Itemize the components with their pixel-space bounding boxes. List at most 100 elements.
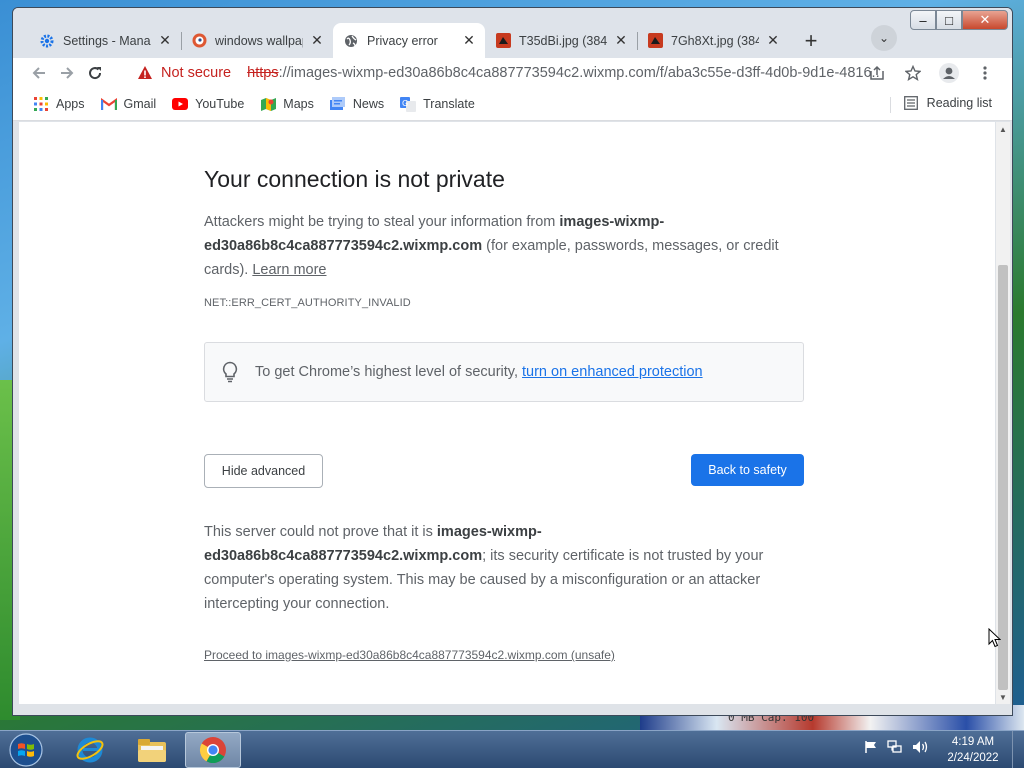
- gmail-icon: [100, 96, 117, 112]
- star-icon: [905, 65, 921, 81]
- forward-arrow-icon: [61, 67, 74, 79]
- taskbar-chrome[interactable]: [185, 732, 241, 768]
- browser-window: ‒ □ ✕ Settings - Manag ✕ windows wallpap…: [12, 7, 1013, 716]
- reading-list-label: Reading list: [926, 96, 992, 110]
- tab-wallpaper-search[interactable]: windows wallpap ✕: [181, 23, 333, 58]
- new-tab-button[interactable]: +: [797, 27, 825, 55]
- tab-strip: Settings - Manag ✕ windows wallpap ✕ Pri…: [29, 19, 825, 58]
- globe-icon: [343, 33, 359, 49]
- clock[interactable]: 4:19 AM 2/24/2022: [936, 734, 1010, 766]
- file-explorer-icon: [138, 739, 166, 762]
- bookmark-gmail[interactable]: Gmail: [100, 96, 157, 112]
- duckduckgo-icon: [191, 33, 207, 49]
- tab-search-button[interactable]: ⌄: [871, 25, 897, 51]
- start-button[interactable]: [5, 733, 47, 767]
- tab-label: Settings - Manag: [63, 33, 151, 48]
- hide-advanced-button[interactable]: Hide advanced: [204, 454, 323, 488]
- reading-list-icon: [903, 96, 918, 110]
- action-center-flag-icon[interactable]: [864, 740, 878, 754]
- tab-label: windows wallpap: [215, 33, 303, 48]
- tab-close-icon[interactable]: ✕: [461, 32, 477, 49]
- tab-privacy-error[interactable]: Privacy error ✕: [333, 23, 485, 58]
- menu-button[interactable]: [972, 60, 998, 86]
- window-controls: ‒ □ ✕: [910, 10, 1008, 30]
- bookmark-label: Maps: [283, 97, 314, 111]
- tab-image-2[interactable]: 7Gh8Xt.jpg (384 ✕: [637, 23, 789, 58]
- not-secure-label: Not secure: [161, 65, 232, 81]
- url-text: ://images-wixmp-ed30a86b8c4ca887773594c2…: [278, 65, 879, 81]
- clock-date: 2/24/2022: [947, 752, 999, 764]
- scroll-down-arrow-icon[interactable]: ▼: [996, 690, 1010, 704]
- taskbar-internet-explorer[interactable]: [62, 732, 118, 768]
- bookmark-label: YouTube: [195, 97, 245, 111]
- bookmark-label: News: [352, 97, 385, 111]
- enhanced-protection-link[interactable]: turn on enhanced protection: [522, 364, 703, 380]
- scrollbar-thumb[interactable]: [998, 265, 1008, 690]
- scroll-up-arrow-icon[interactable]: ▲: [996, 122, 1010, 136]
- deviantart-icon: [647, 33, 663, 49]
- bookmark-star-button[interactable]: [900, 60, 926, 86]
- tab-close-icon[interactable]: ✕: [309, 32, 325, 49]
- internet-explorer-icon: [76, 737, 104, 763]
- minimize-button[interactable]: ‒: [910, 10, 936, 30]
- warning-paragraph: Attackers might be trying to steal your …: [204, 210, 804, 282]
- network-icon[interactable]: [887, 740, 903, 754]
- maximize-button[interactable]: □: [936, 10, 962, 30]
- svg-text:G: G: [402, 99, 408, 108]
- details-text: This server could not prove that it is: [204, 524, 437, 540]
- vertical-scrollbar[interactable]: ▲ ▼: [996, 122, 1010, 704]
- mouse-cursor-icon: [988, 628, 1001, 648]
- enhanced-protection-box: To get Chrome’s highest level of securit…: [204, 342, 804, 402]
- taskbar: 4:19 AM 2/24/2022: [0, 730, 1024, 768]
- tab-label: Privacy error: [367, 33, 438, 48]
- bookmark-apps[interactable]: Apps: [33, 96, 85, 112]
- error-code: NET::ERR_CERT_AUTHORITY_INVALID: [204, 297, 411, 309]
- clock-time: 4:19 AM: [951, 736, 995, 748]
- bookmark-label: Gmail: [123, 97, 157, 111]
- toolbar-actions: [864, 60, 998, 86]
- tab-label: 7Gh8Xt.jpg (384: [671, 33, 759, 48]
- bookmark-translate[interactable]: G Translate: [400, 96, 475, 112]
- tab-close-icon[interactable]: ✕: [765, 32, 781, 49]
- gear-icon: [39, 33, 55, 49]
- chrome-icon: [199, 737, 226, 764]
- close-button[interactable]: ✕: [962, 10, 1008, 30]
- tab-close-icon[interactable]: ✕: [157, 32, 173, 49]
- forward-button[interactable]: [53, 59, 81, 87]
- back-button[interactable]: [25, 59, 53, 87]
- deviantart-icon: [495, 33, 511, 49]
- bookmark-news[interactable]: News: [330, 96, 384, 112]
- learn-more-link[interactable]: Learn more: [252, 262, 326, 278]
- security-chip[interactable]: Not secure: [137, 65, 231, 81]
- tab-close-icon[interactable]: ✕: [613, 32, 629, 49]
- share-button[interactable]: [864, 60, 890, 86]
- tab-settings[interactable]: Settings - Manag ✕: [29, 23, 181, 58]
- details-paragraph: This server could not prove that it is i…: [204, 520, 804, 616]
- back-to-safety-button[interactable]: Back to safety: [691, 454, 804, 486]
- reload-icon: [89, 67, 102, 80]
- bookmarks-bar: Apps Gmail YouTube Maps News G Translate…: [13, 88, 1012, 121]
- bookmark-label: Apps: [56, 97, 85, 111]
- reading-list-button[interactable]: Reading list: [889, 96, 992, 113]
- volume-icon[interactable]: [912, 740, 930, 754]
- bookmark-maps[interactable]: Maps: [260, 96, 314, 112]
- warning-text: Attackers might be trying to steal your …: [204, 214, 560, 230]
- taskbar-file-explorer[interactable]: [124, 732, 180, 768]
- url-scheme: https: [247, 65, 279, 81]
- avatar-icon: [939, 63, 959, 83]
- tab-image-1[interactable]: T35dBi.jpg (384 ✕: [485, 23, 637, 58]
- tab-label: T35dBi.jpg (384: [519, 33, 607, 48]
- show-desktop-button[interactable]: [1012, 731, 1024, 768]
- apps-grid-icon: [33, 96, 49, 112]
- news-icon: [330, 96, 346, 112]
- toolbar: Not secure https ://images-wixmp-ed30a86…: [13, 58, 1012, 88]
- proceed-unsafe-link[interactable]: Proceed to images-wixmp-ed30a86b8c4ca887…: [204, 648, 615, 662]
- reload-button[interactable]: [81, 59, 109, 87]
- address-bar[interactable]: Not secure https ://images-wixmp-ed30a86…: [127, 60, 879, 86]
- warning-icon: [138, 66, 152, 79]
- youtube-icon: [172, 96, 189, 112]
- back-arrow-icon: [32, 67, 45, 79]
- share-icon: [870, 65, 884, 80]
- bookmark-youtube[interactable]: YouTube: [172, 96, 244, 112]
- profile-button[interactable]: [936, 60, 962, 86]
